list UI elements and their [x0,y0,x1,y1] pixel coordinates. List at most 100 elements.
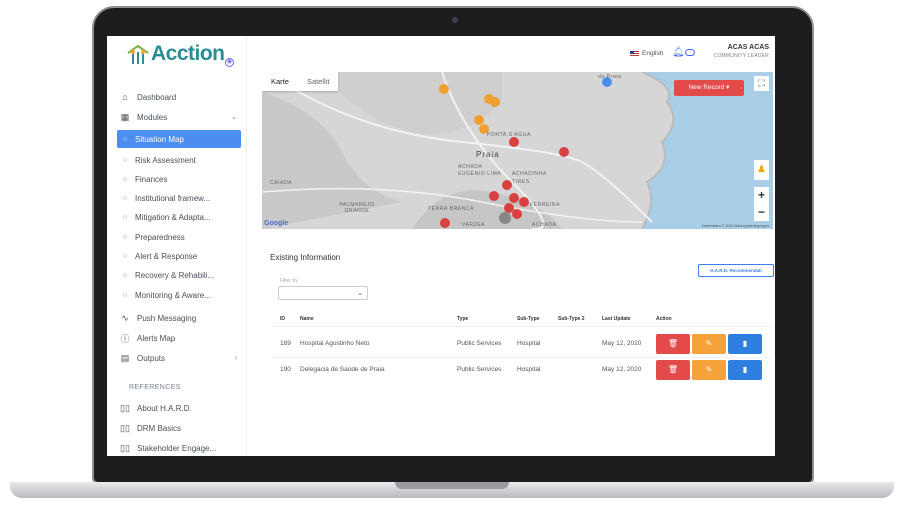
app-screen: Acction ◉ ⌂ Dashboard ▦ Modules ⌄ ○ Situ… [107,36,775,456]
zoom-control: + − [754,187,769,221]
sidebar-item-finances[interactable]: ○ Finances [117,170,241,188]
sidebar-item-label: Institutional framew... [135,193,211,203]
view-button[interactable]: ▮ [728,334,762,354]
sidebar-item-label: Alerts Map [137,333,176,343]
brand[interactable]: Acction [127,42,225,66]
sidebar: Acction ◉ ⌂ Dashboard ▦ Modules ⌄ ○ Situ… [107,36,247,456]
column-header: Sub-Type [517,316,540,322]
circle-icon: ○ [122,271,128,279]
map-label: Praia [476,150,500,159]
circle-icon: ○ [122,233,128,241]
sidebar-item-monitoring[interactable]: ○ Monitoring & Aware... [117,286,241,304]
sidebar-collapse-button[interactable]: ◉ [225,58,234,67]
user-name[interactable]: ACAS ACAS [709,44,769,51]
circle-icon: ○ [122,175,128,183]
circle-icon: ○ [122,252,128,260]
google-logo: Google [264,220,289,227]
cell-subtype: Hospital [517,340,541,347]
circle-icon: ○ [122,213,128,221]
sidebar-item-label: Stakeholder Engage... [137,443,217,453]
map-label: TIRES [512,179,530,185]
new-record-button[interactable]: New Record ▾ [674,80,744,96]
document-icon: ▤ [120,352,130,363]
cell-name: Hospital Agostinho Neto [300,340,370,347]
sidebar-item-label: Recovery & Rehabili... [135,270,215,280]
sidebar-item-mitigation[interactable]: ○ Mitigation & Adapta... [117,208,241,226]
sidebar-item-label: Push Messaging [137,313,197,323]
sidebar-item-push-messaging[interactable]: ∿ Push Messaging [117,309,241,327]
language-selector[interactable]: English [630,50,663,57]
situation-map[interactable]: Praia ACHADA EUGENIO LIMA ACHADINHA TIRE… [262,72,773,229]
map-label: PALMAREJO GRANDE [339,202,375,214]
street-view-icon[interactable]: ♟ [754,160,769,180]
laptop-frame: Acction ◉ ⌂ Dashboard ▦ Modules ⌄ ○ Situ… [92,6,814,484]
chevron-down-icon: ⌄ [357,290,363,297]
sidebar-item-label: Monitoring & Aware... [135,290,211,300]
filter-label: Filter by [280,278,298,284]
zoom-in-button[interactable]: + [754,187,769,204]
sidebar-item-label: About H.A.R.D. [137,403,192,413]
sidebar-item-stakeholder[interactable]: ▯▯ Stakeholder Engage... [117,439,241,456]
fullscreen-icon[interactable]: ⛶ [754,76,769,91]
map-icon: ▮ [742,365,748,374]
pencil-icon: ✎ [705,339,713,348]
sidebar-item-drm-basics[interactable]: ▯▯ DRM Basics [117,419,241,437]
sidebar-item-alerts-map[interactable]: ⓘ Alerts Map [117,329,241,347]
sidebar-item-institutional-framework[interactable]: ○ Institutional framew... [117,189,241,207]
laptop-notch [395,482,509,489]
existing-information-panel: Existing Information H.A.R.D. Recommenda… [262,236,774,456]
delete-button[interactable]: 🗑︎ [656,334,690,354]
sidebar-item-label: Preparedness [135,232,185,242]
cell-subtype: Hospital [517,366,541,373]
map-icon: ▮ [742,339,748,348]
zoom-out-button[interactable]: − [754,204,769,221]
hard-recommendation-button[interactable]: H.A.R.D. Recommendati [698,264,774,277]
sidebar-item-label: Alert & Response [135,251,198,261]
sidebar-item-label: Finances [135,174,168,184]
delete-button[interactable]: 🗑︎ [656,360,690,380]
cell-type: Public Services [457,340,502,347]
sidebar-item-about-hard[interactable]: ▯▯ About H.A.R.D. [117,399,241,417]
map-label: FERREIRA [530,202,561,208]
cell-type: Public Services [457,366,502,373]
map-label: ACHADA [458,164,483,170]
laptop-base [10,482,894,498]
sidebar-item-recovery[interactable]: ○ Recovery & Rehabili... [117,266,241,284]
brand-logo-icon [127,44,149,64]
sidebar-item-preparedness[interactable]: ○ Preparedness [117,228,241,246]
sidebar-item-label: Outputs [137,353,166,363]
map-credit[interactable]: Kartendaten © 2020 Nutzungsbedingungen [702,224,769,228]
info-icon: ⓘ [120,333,130,344]
cell-id: 189 [280,340,291,347]
map-label: VARZEA [462,222,486,228]
cell-updated: May 12, 2020 [602,340,642,347]
sidebar-item-modules[interactable]: ▦ Modules ⌄ [117,108,241,126]
column-header: Last Update [602,316,631,322]
sidebar-item-situation-map[interactable]: ○ Situation Map [117,130,241,148]
sidebar-item-label: Situation Map [135,134,184,144]
theme-toggle[interactable] [685,49,695,56]
home-icon: ⌂ [122,92,128,102]
sidebar-item-dashboard[interactable]: ⌂ Dashboard [117,88,241,106]
bell-icon[interactable]: 🔔︎ [672,47,685,58]
edit-button[interactable]: ✎ [692,360,726,380]
language-label: English [642,50,664,57]
sidebar-item-risk-assessment[interactable]: ○ Risk Assessment [117,151,241,169]
map-label: PONTA D'AGUA [487,132,531,138]
tab-satellite[interactable]: Satellit [298,72,339,91]
book-icon: ▯▯ [120,442,130,453]
map-label: CAIADA [270,180,293,186]
cell-id: 190 [280,366,291,373]
sidebar-item-outputs[interactable]: ▤ Outputs › [117,349,241,367]
view-button[interactable]: ▮ [728,360,762,380]
sidebar-item-label: Mitigation & Adapta... [135,212,211,222]
filter-select[interactable]: ⌄ [278,286,368,300]
book-icon: ▯▯ [120,422,130,433]
edit-button[interactable]: ✎ [692,334,726,354]
sidebar-item-alert-response[interactable]: ○ Alert & Response [117,247,241,265]
circle-icon: ○ [122,194,128,202]
circle-icon: ○ [122,156,128,164]
tab-map[interactable]: Karte [262,72,298,91]
pencil-icon: ✎ [705,365,713,374]
flag-icon [630,50,639,57]
